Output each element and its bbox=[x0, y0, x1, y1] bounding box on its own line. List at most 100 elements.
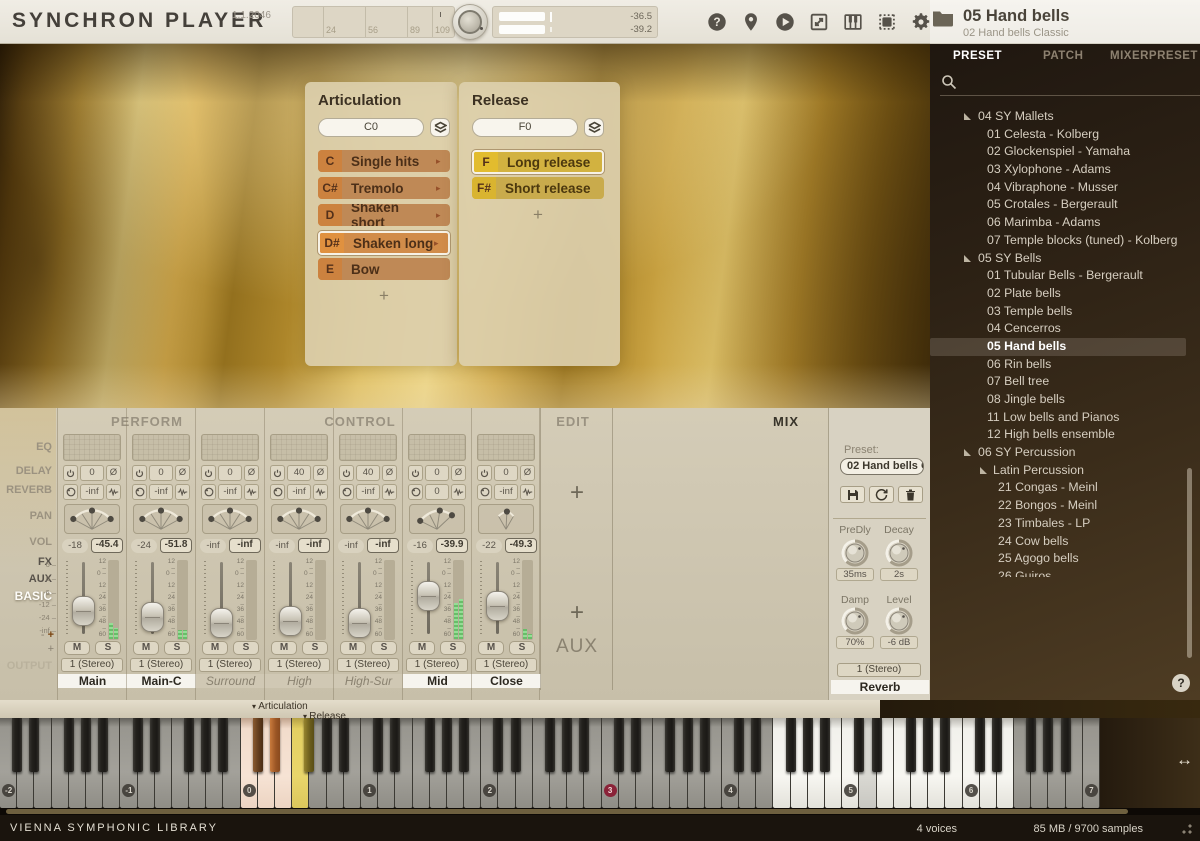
keyboard-scrollbar[interactable] bbox=[6, 809, 1128, 814]
volume-peak-value[interactable]: -inf bbox=[229, 538, 261, 553]
delay-power-icon[interactable] bbox=[270, 465, 285, 481]
articulation-item[interactable]: EBow bbox=[318, 258, 450, 280]
piano-key-black[interactable] bbox=[425, 718, 435, 772]
preset-tree-item[interactable]: 04 SY Mallets bbox=[930, 108, 1200, 126]
piano-key-black[interactable] bbox=[98, 718, 108, 772]
eq-display[interactable] bbox=[132, 434, 190, 461]
piano-key-black[interactable] bbox=[133, 718, 143, 772]
tab-mix[interactable]: MIX bbox=[756, 414, 816, 429]
piano-key-black[interactable] bbox=[322, 718, 332, 772]
loaded-preset-header[interactable]: 05 Hand bells 02 Hand bells Classic bbox=[932, 7, 1069, 39]
delay-power-icon[interactable] bbox=[408, 465, 423, 481]
output-selector[interactable]: 1 (Stereo) bbox=[475, 658, 537, 672]
piano-key-black[interactable] bbox=[1026, 718, 1036, 772]
fader-handle[interactable] bbox=[141, 602, 164, 632]
fader-handle[interactable] bbox=[348, 608, 371, 638]
channel-name[interactable]: High bbox=[265, 674, 334, 688]
piano-key-black[interactable] bbox=[579, 718, 589, 772]
phase-invert-icon[interactable]: Ø bbox=[106, 465, 121, 481]
pan-pad[interactable] bbox=[409, 504, 465, 534]
preset-tree-item[interactable]: 12 High bells ensemble bbox=[930, 426, 1200, 444]
delay-power-icon[interactable] bbox=[339, 465, 354, 481]
delay-value[interactable]: 0 bbox=[80, 465, 104, 481]
preset-tree-item[interactable]: 21 Congas - Meinl bbox=[930, 479, 1200, 497]
piano-key-black[interactable] bbox=[81, 718, 91, 772]
volume-peak-value[interactable]: -inf bbox=[367, 538, 399, 553]
reverb-send-value[interactable]: -inf bbox=[218, 484, 242, 500]
reverb-knob-icon[interactable] bbox=[201, 484, 216, 500]
preset-tree-item[interactable]: 08 Jingle bells bbox=[930, 391, 1200, 409]
row-label-vol[interactable]: VOL bbox=[0, 536, 52, 548]
piano-key-black[interactable] bbox=[1043, 718, 1053, 772]
waveform-icon[interactable] bbox=[313, 484, 328, 500]
tab-mixerpreset[interactable]: MIXERPRESET bbox=[1110, 50, 1198, 62]
waveform-icon[interactable] bbox=[382, 484, 397, 500]
preset-tree-item[interactable]: 05 SY Bells bbox=[930, 250, 1200, 268]
preset-tree-item[interactable]: 04 Cencerros bbox=[930, 320, 1200, 338]
preset-tree-item[interactable]: 24 Cow bells bbox=[930, 533, 1200, 551]
knob-level[interactable] bbox=[884, 606, 914, 636]
delay-value[interactable]: 0 bbox=[425, 465, 449, 481]
row-label-eq[interactable]: EQ bbox=[0, 441, 52, 453]
keyboard-resize-handle[interactable]: ↔ bbox=[1176, 750, 1193, 770]
piano-key-black[interactable] bbox=[459, 718, 469, 772]
fader-handle[interactable] bbox=[486, 591, 509, 621]
row-label-delay[interactable]: DELAY bbox=[0, 465, 52, 477]
volume-peak-value[interactable]: -51.8 bbox=[160, 538, 192, 553]
add-fx-button[interactable]: + bbox=[553, 479, 601, 507]
reverb-send-value[interactable]: -inf bbox=[356, 484, 380, 500]
volume-peak-value[interactable]: -inf bbox=[298, 538, 330, 553]
pan-pad[interactable] bbox=[271, 504, 327, 534]
piano-key-black[interactable] bbox=[923, 718, 933, 772]
pan-pad[interactable] bbox=[478, 504, 534, 534]
knob-value[interactable]: -6 dB bbox=[880, 636, 918, 649]
preset-tree-item[interactable]: 05 Hand bells bbox=[930, 338, 1186, 356]
piano-key-black[interactable] bbox=[665, 718, 675, 772]
keyboard-icon[interactable] bbox=[842, 11, 864, 33]
bus-add-button[interactable]: + bbox=[30, 643, 54, 655]
delay-power-icon[interactable] bbox=[477, 465, 492, 481]
waveform-icon[interactable] bbox=[106, 484, 121, 500]
pan-pad[interactable] bbox=[64, 504, 120, 534]
tab-patch[interactable]: PATCH bbox=[1043, 50, 1083, 62]
articulation-keyswitch-dropdown[interactable]: C0 bbox=[318, 118, 424, 137]
pan-pad[interactable] bbox=[133, 504, 189, 534]
piano-key-black[interactable] bbox=[562, 718, 572, 772]
volume-peak-value[interactable]: -39.9 bbox=[436, 538, 468, 553]
solo-button[interactable]: S bbox=[371, 641, 397, 655]
piano-key-black[interactable] bbox=[614, 718, 624, 772]
add-aux-button[interactable]: + bbox=[553, 599, 601, 627]
volume-value[interactable]: -inf bbox=[338, 539, 364, 553]
save-icon[interactable] bbox=[840, 486, 865, 503]
channel-name[interactable]: Close bbox=[472, 674, 541, 688]
waveform-icon[interactable] bbox=[244, 484, 259, 500]
knob-value[interactable]: 2s bbox=[880, 568, 918, 581]
preset-tree-item[interactable]: 22 Bongos - Meinl bbox=[930, 497, 1200, 515]
piano-key-black[interactable] bbox=[751, 718, 761, 772]
piano-key-black[interactable] bbox=[940, 718, 950, 772]
tab-edit[interactable]: EDIT bbox=[543, 414, 603, 429]
piano-key-black[interactable] bbox=[253, 718, 263, 772]
piano-key-black[interactable] bbox=[270, 718, 280, 772]
solo-button[interactable]: S bbox=[302, 641, 328, 655]
channel-name[interactable]: Mid bbox=[403, 674, 472, 688]
fader-handle[interactable] bbox=[417, 581, 440, 611]
waveform-icon[interactable] bbox=[520, 484, 535, 500]
preset-tree-item[interactable]: 04 Vibraphone - Musser bbox=[930, 179, 1200, 197]
reverb-preset-dropdown[interactable]: 02 Hand bells Classic bbox=[840, 458, 924, 475]
preset-tree-item[interactable]: 25 Agogo bells bbox=[930, 550, 1200, 568]
reverb-knob-icon[interactable] bbox=[270, 484, 285, 500]
reverb-knob-icon[interactable] bbox=[63, 484, 78, 500]
delay-power-icon[interactable] bbox=[63, 465, 78, 481]
reverb-send-value[interactable]: -inf bbox=[494, 484, 518, 500]
delay-value[interactable]: 0 bbox=[494, 465, 518, 481]
preset-tree-item[interactable]: 26 Guiros bbox=[930, 568, 1200, 577]
eq-display[interactable] bbox=[408, 434, 466, 461]
solo-button[interactable]: S bbox=[95, 641, 121, 655]
knob-predly[interactable] bbox=[840, 538, 870, 568]
play-icon[interactable] bbox=[774, 11, 796, 33]
fader-handle[interactable] bbox=[279, 606, 302, 636]
reverb-channel-name[interactable]: Reverb bbox=[831, 680, 929, 694]
mute-button[interactable]: M bbox=[478, 641, 504, 655]
release-keyswitch-dropdown[interactable]: F0 bbox=[472, 118, 578, 137]
